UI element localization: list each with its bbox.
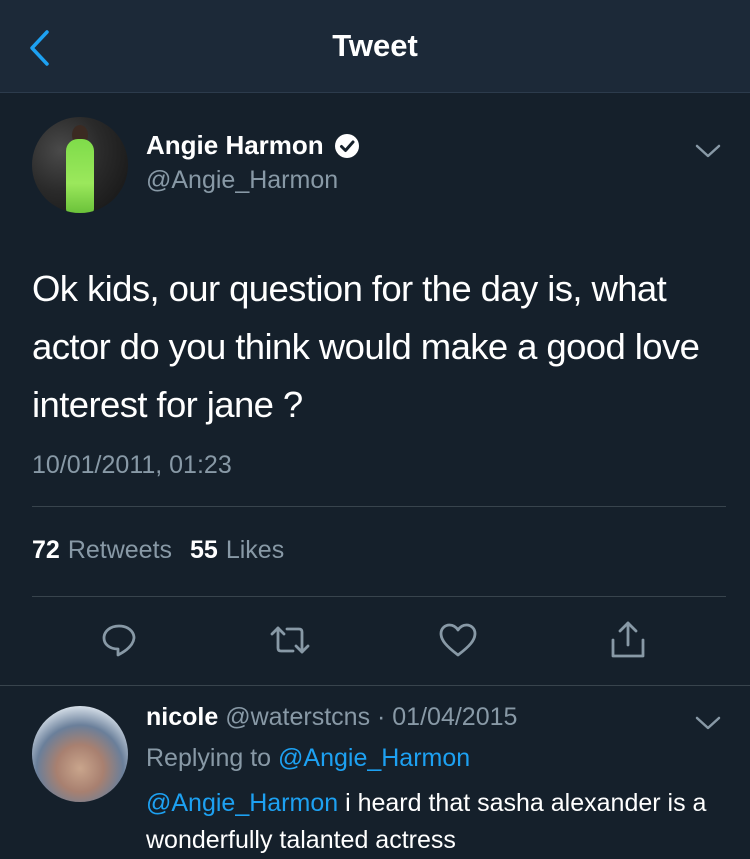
author-avatar[interactable] bbox=[32, 117, 128, 213]
nav-bar: Tweet bbox=[0, 0, 750, 93]
replying-to: Replying to @Angie_Harmon bbox=[146, 744, 470, 773]
chevron-down-icon bbox=[695, 144, 721, 158]
replying-to-handle-link[interactable]: @Angie_Harmon bbox=[278, 744, 470, 772]
share-icon bbox=[611, 621, 645, 658]
tweet-timestamp: 10/01/2011, 01:23 bbox=[32, 451, 232, 479]
reply-mention-link[interactable]: @Angie_Harmon bbox=[146, 789, 338, 817]
verified-badge-icon bbox=[334, 133, 359, 158]
retweets-count: 72 bbox=[32, 536, 60, 564]
reply-text: @Angie_Harmon i heard that sasha alexand… bbox=[146, 785, 726, 859]
tweet-text: Ok kids, our question for the day is, wh… bbox=[32, 268, 700, 425]
retweets-label: Retweets bbox=[67, 536, 173, 564]
reply-options-button[interactable] bbox=[691, 706, 725, 740]
author-name[interactable]: Angie Harmon bbox=[146, 130, 324, 161]
replying-to-label: Replying to bbox=[146, 744, 272, 772]
retweet-button[interactable] bbox=[267, 617, 313, 663]
likes-label: Likes bbox=[225, 536, 285, 564]
retweets-stat[interactable]: 72 Retweets bbox=[32, 536, 172, 565]
thread-separator bbox=[0, 685, 750, 686]
avatar-figure-dress bbox=[66, 139, 94, 213]
tweet-options-button[interactable] bbox=[691, 134, 725, 168]
reply-icon bbox=[102, 624, 136, 657]
author-name-row: Angie Harmon bbox=[146, 130, 360, 161]
share-button[interactable] bbox=[605, 617, 651, 663]
page-title: Tweet bbox=[332, 28, 418, 63]
likes-count: 55 bbox=[190, 536, 218, 564]
heart-icon bbox=[439, 623, 477, 657]
author-handle[interactable]: @Angie_Harmon bbox=[146, 166, 338, 195]
chevron-down-icon bbox=[695, 716, 721, 730]
reply-button[interactable] bbox=[96, 617, 142, 663]
divider bbox=[32, 506, 726, 507]
retweet-icon bbox=[270, 626, 310, 654]
like-button[interactable] bbox=[435, 617, 481, 663]
divider bbox=[32, 596, 726, 597]
reply-avatar[interactable] bbox=[32, 706, 128, 802]
likes-stat[interactable]: 55 Likes bbox=[190, 536, 284, 565]
reply-author-name[interactable]: nicole bbox=[146, 703, 218, 731]
reply-handle-date: @waterstcns · 01/04/2015 bbox=[225, 703, 518, 731]
reply-header: nicole @waterstcns · 01/04/2015 bbox=[146, 703, 517, 732]
tweet-stats: 72 Retweets 55 Likes bbox=[32, 536, 302, 565]
